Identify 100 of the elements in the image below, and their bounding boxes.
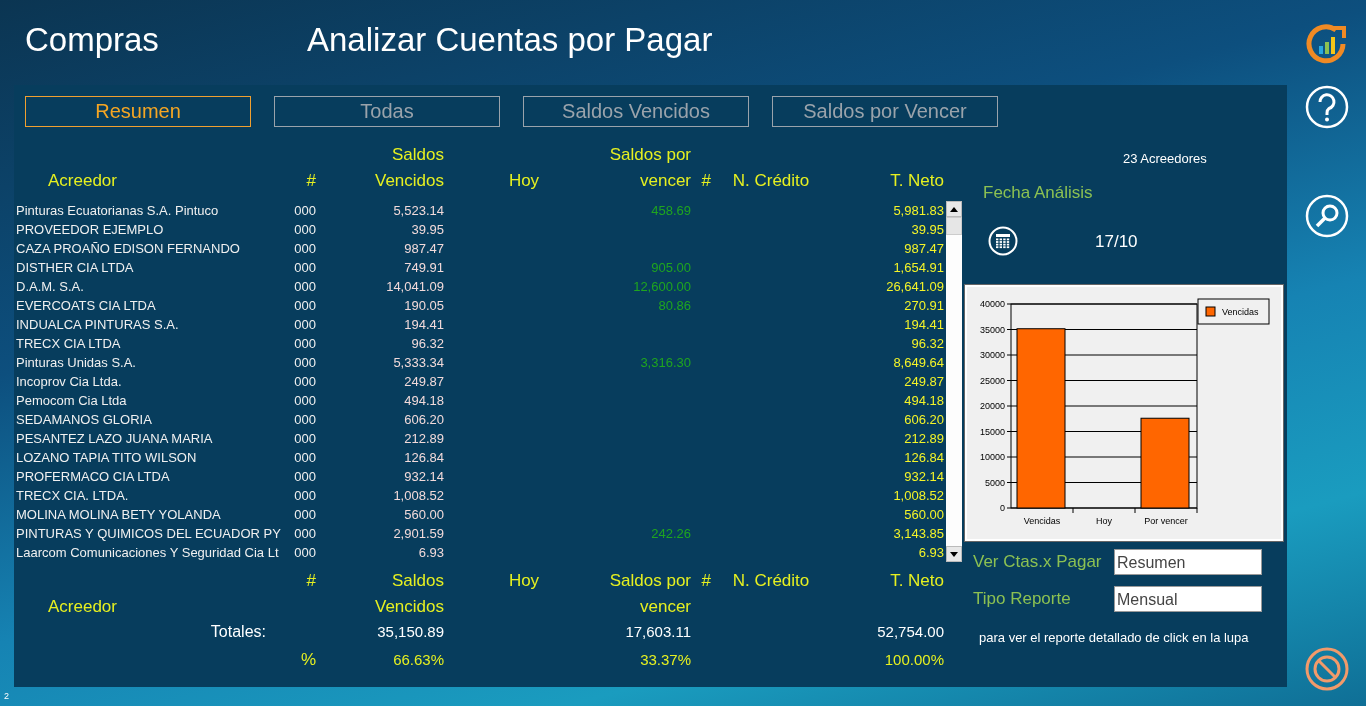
table-cell-text: 194.41 bbox=[403, 316, 444, 334]
axis-label: 40000 bbox=[979, 299, 1005, 309]
table-cell-text: D.A.M. S.A. bbox=[16, 278, 85, 296]
axis-label: 0 bbox=[1000, 503, 1005, 513]
axis-label: 10000 bbox=[979, 452, 1005, 462]
input-field[interactable]: Mensual bbox=[1114, 586, 1262, 612]
analysis-date: 17/10 bbox=[1095, 232, 1138, 252]
column-header: Saldos Vencidos bbox=[374, 570, 444, 618]
table-cell-text: TRECX CIA LTDA bbox=[16, 335, 122, 353]
table-cell-text: 80.86 bbox=[657, 297, 691, 315]
table-cell-text: PESANTEZ LAZO JUANA MARIA bbox=[16, 430, 214, 448]
table-cell-text: 12,600.00 bbox=[632, 278, 691, 296]
table-cell-text: LOZANO TAPIA TITO WILSON bbox=[16, 449, 198, 467]
table-cell-text: 249.87 bbox=[903, 373, 944, 391]
column-header: N. Crédito bbox=[731, 570, 811, 592]
table-cell-text: 000 bbox=[293, 297, 316, 315]
module-title: Compras bbox=[24, 20, 160, 60]
table-cell-text: 000 bbox=[293, 202, 316, 220]
column-header: N. Crédito bbox=[731, 170, 811, 192]
table-cell-text: PINTURAS Y QUIMICOS DEL ECUADOR PY bbox=[16, 525, 282, 543]
table-cell-text: 560.00 bbox=[903, 506, 944, 524]
axis-label: Vencidas bbox=[1023, 516, 1061, 526]
hint-text: para ver el reporte detallado de click en la lupa bbox=[979, 629, 1249, 647]
table-cell-text: 000 bbox=[293, 411, 316, 429]
tab[interactable]: Saldos por Vencer bbox=[772, 96, 998, 127]
percent-value: 66.63% bbox=[392, 650, 444, 670]
table-cell-text: EVERCOATS CIA LTDA bbox=[16, 297, 157, 315]
table-cell-text: 494.18 bbox=[903, 392, 944, 410]
table-cell-text: 000 bbox=[293, 544, 316, 562]
scrollbar[interactable] bbox=[946, 201, 962, 562]
table-cell-text: 126.84 bbox=[903, 449, 944, 467]
axis-label: Hoy bbox=[1096, 516, 1112, 526]
table-cell-text: MOLINA MOLINA BETY YOLANDA bbox=[16, 506, 222, 524]
table-cell-text: 1,008.52 bbox=[392, 487, 444, 505]
table-cell-text: Laarcom Comunicaciones Y Seguridad Cia Lt bbox=[16, 544, 280, 562]
scroll-down-icon[interactable] bbox=[946, 546, 962, 562]
column-header: Saldos Vencidos bbox=[374, 144, 444, 192]
table-cell-text: 249.87 bbox=[403, 373, 444, 391]
table-cell-text: 5,333.34 bbox=[392, 354, 444, 372]
totals-label: Totales: bbox=[209, 622, 267, 642]
column-header: Hoy bbox=[507, 570, 541, 592]
axis-label: 5000 bbox=[984, 477, 1005, 488]
page-number: 2 bbox=[4, 691, 10, 701]
table-cell-text: 14,041.09 bbox=[385, 278, 444, 296]
tab[interactable]: Todas bbox=[274, 96, 500, 127]
scroll-up-icon[interactable] bbox=[946, 201, 962, 217]
scroll-thumb[interactable] bbox=[946, 217, 962, 235]
field-label: Tipo Reporte bbox=[972, 589, 1072, 609]
table-cell-text: 6.93 bbox=[417, 544, 444, 562]
total-value: 17,603.11 bbox=[624, 622, 691, 642]
table-cell-text: Pemocom Cia Ltda bbox=[16, 392, 128, 410]
table-cell-text: 000 bbox=[293, 525, 316, 543]
field-label: Ver Ctas.x Pagar bbox=[972, 552, 1103, 572]
table-cell-text: 000 bbox=[293, 506, 316, 524]
column-header: # bbox=[305, 570, 316, 592]
table-cell-text: 000 bbox=[293, 354, 316, 372]
table-cell-text: Pinturas Ecuatorianas S.A. Pintuco bbox=[16, 202, 220, 220]
table-cell-text: 194.41 bbox=[903, 316, 944, 334]
axis-label: Por vencer bbox=[1144, 516, 1188, 526]
table-cell-text: 000 bbox=[293, 392, 316, 410]
table-cell-text: INDUALCA PINTURAS S.A. bbox=[16, 316, 180, 334]
table-cell-text: 000 bbox=[293, 221, 316, 239]
table-cell-text: 932.14 bbox=[403, 468, 444, 486]
table-cell-text: 96.32 bbox=[410, 335, 444, 353]
axis-label: 35000 bbox=[979, 324, 1005, 335]
axis-label: 30000 bbox=[979, 350, 1005, 360]
table-cell-text: 458.69 bbox=[650, 202, 691, 220]
table-cell-text: 560.00 bbox=[403, 506, 444, 524]
table-cell-text: 987.47 bbox=[403, 240, 444, 258]
table-cell-text: PROFERMACO CIA LTDA bbox=[16, 468, 171, 486]
table-cell-text: 987.47 bbox=[903, 240, 944, 258]
percent-value: 33.37% bbox=[639, 650, 691, 670]
table-cell-text: 000 bbox=[293, 259, 316, 277]
table-cell-text: 606.20 bbox=[403, 411, 444, 429]
table-cell-text: 26,641.09 bbox=[885, 278, 944, 296]
creditor-count: 23 Acreedores bbox=[1123, 151, 1208, 166]
table-cell-text: 242.26 bbox=[650, 525, 691, 543]
column-header: Acreedor bbox=[47, 170, 118, 192]
page-title: Analizar Cuentas por Pagar bbox=[307, 20, 713, 60]
axis-label: 15000 bbox=[979, 426, 1005, 437]
table-cell-text: 212.89 bbox=[403, 430, 444, 448]
column-header: # bbox=[700, 570, 711, 592]
tab[interactable]: Saldos Vencidos bbox=[523, 96, 749, 127]
column-header: Hoy bbox=[507, 170, 541, 192]
table-cell-text: 000 bbox=[293, 316, 316, 334]
column-header: Acreedor bbox=[47, 596, 118, 618]
table-cell-text: 190.05 bbox=[403, 297, 444, 315]
table-cell-text: 932.14 bbox=[903, 468, 944, 486]
input-field[interactable]: Resumen bbox=[1114, 549, 1262, 575]
table-cell-text: 749.91 bbox=[403, 259, 444, 277]
table-cell-text: 3,316.30 bbox=[639, 354, 691, 372]
table-cell-text: 000 bbox=[293, 335, 316, 353]
table-cell-text: 126.84 bbox=[403, 449, 444, 467]
percent-value: 100.00% bbox=[883, 650, 944, 670]
table-cell-text: 000 bbox=[293, 278, 316, 296]
tab[interactable]: Resumen bbox=[25, 96, 251, 127]
legend-swatch bbox=[1205, 306, 1216, 317]
table-cell-text: 000 bbox=[293, 449, 316, 467]
column-header: Saldos por vencer bbox=[608, 570, 691, 618]
table-cell-text: 1,654.91 bbox=[892, 259, 944, 277]
